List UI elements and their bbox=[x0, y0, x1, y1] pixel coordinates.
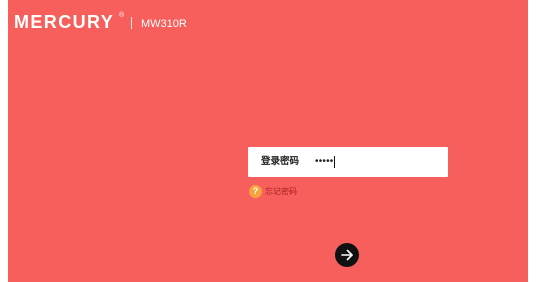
registered-mark: ® bbox=[119, 12, 125, 19]
password-input[interactable]: ••••• bbox=[315, 156, 334, 168]
login-screen: MERCURY ® MW310R 登录密码 ••••• ? 忘记密码 bbox=[8, 0, 528, 282]
question-icon[interactable]: ? bbox=[249, 185, 262, 198]
text-cursor bbox=[334, 156, 335, 168]
logo-divider bbox=[131, 17, 132, 29]
forgot-password-link[interactable]: 忘记密码 bbox=[265, 187, 297, 197]
model-name: MW310R bbox=[141, 18, 187, 30]
login-submit-button[interactable] bbox=[335, 243, 359, 267]
brand-logo: MERCURY bbox=[14, 12, 115, 32]
arrow-right-icon bbox=[341, 249, 353, 261]
password-field[interactable]: 登录密码 ••••• bbox=[248, 147, 448, 177]
password-label: 登录密码 bbox=[261, 156, 300, 167]
